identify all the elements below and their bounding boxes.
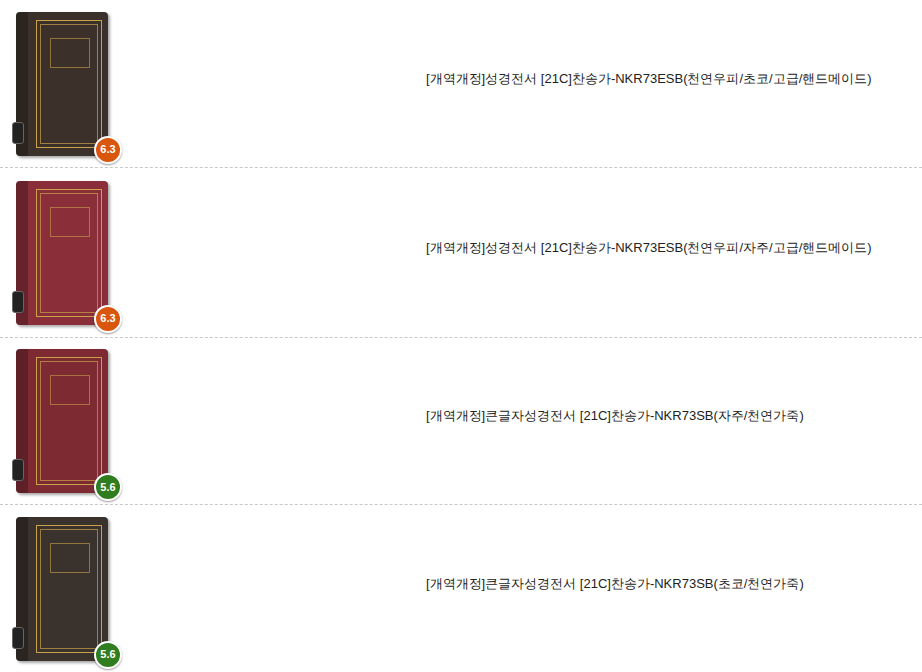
product-row: 6.3 [개역개정]성경전서 [21C]찬송가-NKR73ESB(천연우피/초코/… [0, 0, 922, 168]
product-image[interactable]: 5.6 [16, 517, 108, 661]
clasp-icon [12, 122, 24, 144]
rating-badge: 5.6 [94, 641, 122, 669]
rating-text: 5.6 [100, 649, 115, 660]
rating-badge: 6.3 [94, 305, 122, 333]
product-title[interactable]: [개역개정]성경전서 [21C]찬송가-NKR73ESB(천연우피/자주/고급/… [426, 239, 894, 257]
rating-badge: 6.3 [94, 136, 122, 164]
product-image[interactable]: 5.6 [16, 349, 108, 493]
product-row: 5.6 [개역개정]큰글자성경전서 [21C]찬송가-NKR73SB(자주/천연가… [0, 338, 922, 505]
clasp-icon [12, 459, 24, 481]
product-title[interactable]: [개역개정]큰글자성경전서 [21C]찬송가-NKR73SB(자주/천연가죽) [426, 407, 894, 425]
clasp-icon [12, 291, 24, 313]
product-title[interactable]: [개역개정]큰글자성경전서 [21C]찬송가-NKR73SB(초코/천연가죽) [426, 575, 894, 593]
rating-text: 5.6 [100, 482, 115, 493]
rating-text: 6.3 [100, 313, 115, 324]
product-image[interactable]: 6.3 [16, 12, 108, 156]
clasp-icon [12, 627, 24, 649]
rating-text: 6.3 [100, 144, 115, 155]
product-row: 5.6 [개역개정]큰글자성경전서 [21C]찬송가-NKR73SB(초코/천연가… [0, 505, 922, 672]
product-title[interactable]: [개역개정]성경전서 [21C]찬송가-NKR73ESB(천연우피/초코/고급/… [426, 70, 894, 88]
product-image[interactable]: 6.3 [16, 181, 108, 325]
product-list: 6.3 [개역개정]성경전서 [21C]찬송가-NKR73ESB(천연우피/초코/… [0, 0, 922, 672]
rating-badge: 5.6 [94, 473, 122, 501]
product-row: 6.3 [개역개정]성경전서 [21C]찬송가-NKR73ESB(천연우피/자주/… [0, 168, 922, 338]
